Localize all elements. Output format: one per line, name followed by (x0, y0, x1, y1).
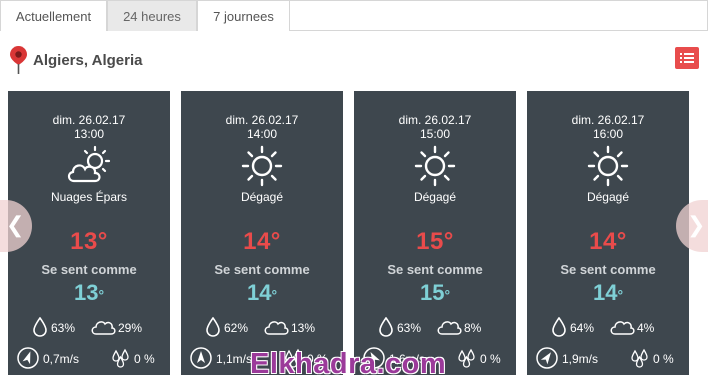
feels-like-unit: ° (98, 287, 105, 303)
tab-7-journees[interactable]: 7 journees (197, 0, 290, 31)
wind-direction-icon (190, 347, 212, 369)
card-temperature: 13° (70, 228, 108, 255)
forecast-card: dim. 26.02.17 16:00 Dégagé 14° Se sent c… (527, 91, 689, 375)
card-date: dim. 26.02.17 (52, 113, 126, 127)
feels-like-number: 15 (419, 280, 445, 305)
cloud-cover-value: 8% (464, 321, 482, 335)
wind-direction-icon (536, 347, 558, 369)
feels-like-unit: ° (444, 287, 451, 303)
wind-speed-value: 0,7m/s (43, 352, 80, 366)
card-temperature: 15° (416, 228, 454, 255)
forecast-card: dim. 26.02.17 13:00 Nuages Épars 13° Se … (8, 91, 170, 375)
forecast-card: dim. 26.02.17 14:00 Dégagé 14° Se sent c… (181, 91, 343, 375)
wind-speed-value: 1,1m/s (216, 352, 253, 366)
card-time: 16:00 (592, 127, 624, 141)
wind-direction-icon (17, 347, 39, 369)
cloud-icon (437, 321, 462, 335)
feels-like-number: 14 (592, 280, 618, 305)
precipitation-value: 0 % (480, 352, 501, 366)
feels-like-number: 14 (246, 280, 272, 305)
card-condition: Nuages Épars (50, 190, 128, 204)
humidity-icon (379, 317, 393, 337)
feels-like-label: Se sent comme (214, 262, 310, 277)
cloud-icon (610, 321, 635, 335)
card-wind-row: 0,7m/s 0 % (8, 347, 170, 369)
humidity-value: 64% (570, 321, 595, 335)
card-temperature: 14° (589, 228, 627, 255)
feels-like-label: Se sent comme (387, 262, 483, 277)
sun-icon (241, 145, 283, 187)
list-view-button[interactable] (675, 47, 699, 69)
precipitation-value: 0 % (653, 352, 674, 366)
feels-like-label: Se sent comme (560, 262, 656, 277)
cloud-cover-value: 4% (637, 321, 655, 335)
card-date: dim. 26.02.17 (571, 113, 645, 127)
arrow-right-icon: ❯ (687, 212, 706, 237)
tab-bar: Actuellement 24 heures 7 journees (0, 0, 708, 31)
card-time: 14:00 (246, 127, 278, 141)
humidity-icon (33, 317, 47, 337)
card-stats: 63% 29% (8, 317, 170, 337)
card-time: 15:00 (419, 127, 451, 141)
feels-like-number: 13 (73, 280, 99, 305)
precipitation-icon (631, 348, 648, 368)
sun-icon (587, 145, 629, 187)
tab-actuellement[interactable]: Actuellement (0, 0, 107, 31)
card-stats: 62% 13% (181, 317, 343, 337)
watermark: Elkhadra.com (250, 348, 447, 375)
card-condition: Dégagé (240, 190, 284, 204)
feels-like-label: Se sent comme (41, 262, 137, 277)
location-name: Algiers, Algeria (33, 51, 143, 69)
arrow-left-icon: ❮ (6, 212, 25, 237)
feels-like-value: 15° (354, 280, 516, 306)
cloud-icon (91, 321, 116, 335)
card-wind-row: 1,9m/s 0 % (527, 347, 689, 369)
humidity-icon (206, 317, 220, 337)
map-pin-icon (10, 46, 27, 74)
card-time: 13:00 (73, 127, 105, 141)
feels-like-value: 14° (181, 280, 343, 306)
tab-bar-filler (290, 0, 708, 31)
feels-like-unit: ° (271, 287, 278, 303)
forecast-card: dim. 26.02.17 15:00 Dégagé 15° Se sent c… (354, 91, 516, 375)
humidity-icon (552, 317, 566, 337)
partly-cloudy-icon (67, 145, 111, 183)
feels-like-unit: ° (617, 287, 624, 303)
location-header: Algiers, Algeria (10, 46, 142, 74)
cloud-cover-value: 13% (291, 321, 316, 335)
card-condition: Dégagé (586, 190, 630, 204)
cloud-icon (264, 321, 289, 335)
card-stats: 64% 4% (527, 317, 689, 337)
card-date: dim. 26.02.17 (225, 113, 299, 127)
feels-like-value: 13° (8, 280, 170, 306)
card-condition: Dégagé (413, 190, 457, 204)
precipitation-icon (458, 348, 475, 368)
precipitation-icon (112, 348, 129, 368)
wind-speed-value: 1,9m/s (562, 352, 599, 366)
humidity-value: 62% (224, 321, 249, 335)
feels-like-value: 14° (527, 280, 689, 306)
card-date: dim. 26.02.17 (398, 113, 472, 127)
humidity-value: 63% (51, 321, 76, 335)
card-stats: 63% 8% (354, 317, 516, 337)
sun-icon (414, 145, 456, 187)
precipitation-value: 0 % (134, 352, 155, 366)
cloud-cover-value: 29% (118, 321, 143, 335)
humidity-value: 63% (397, 321, 422, 335)
tab-24-heures[interactable]: 24 heures (107, 0, 197, 31)
list-icon (680, 53, 694, 63)
card-temperature: 14° (243, 228, 281, 255)
